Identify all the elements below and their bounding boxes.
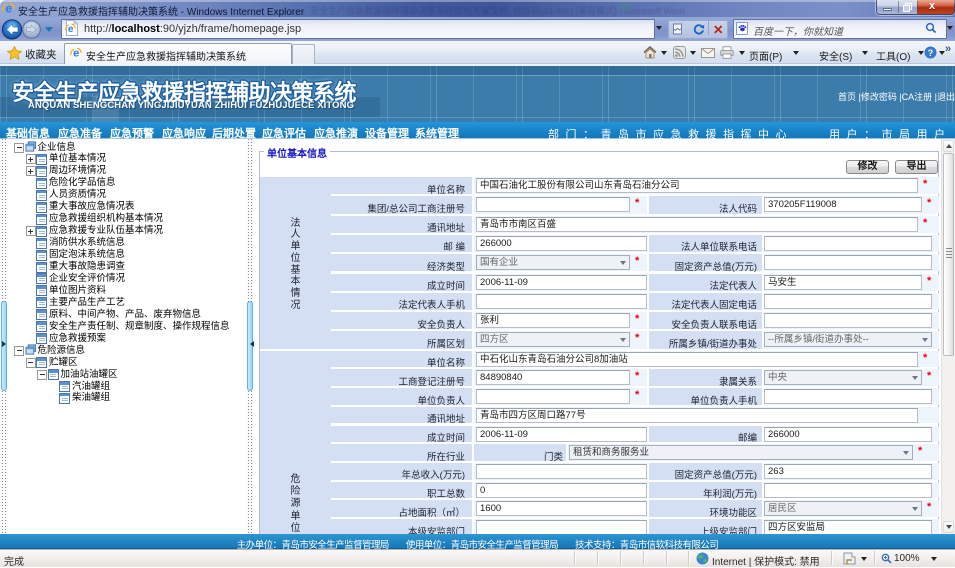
svg-text:?: ? [928,48,934,58]
